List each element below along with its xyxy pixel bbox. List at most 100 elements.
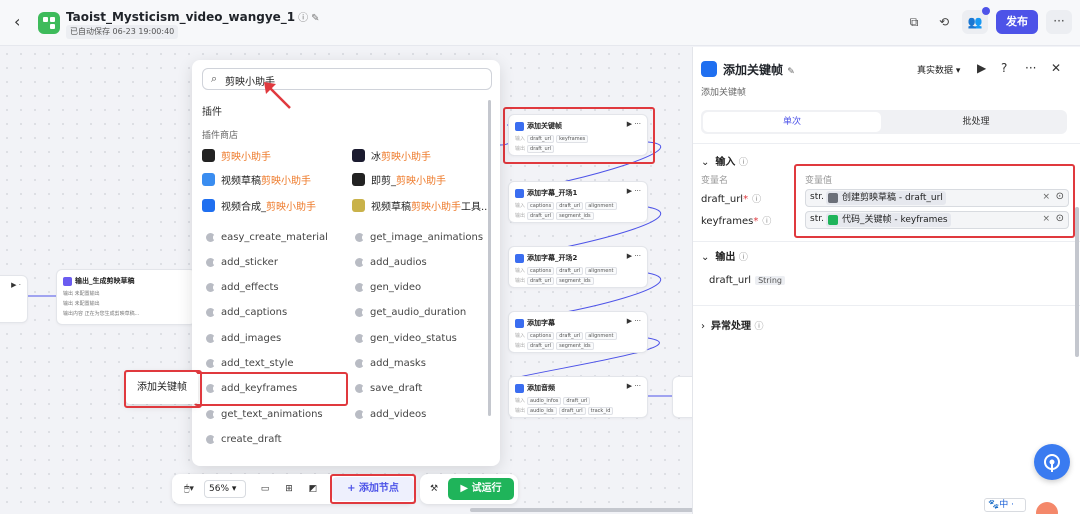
info-icon[interactable]: ⓘ [739, 158, 748, 168]
tool-item[interactable]: get_audio_duration [355, 304, 466, 322]
help-icon[interactable]: ? [1001, 61, 1007, 75]
more-icon[interactable]: ··· [1025, 61, 1036, 75]
assistant-fab-icon[interactable] [1034, 444, 1070, 480]
tool-item[interactable]: add_captions [206, 304, 287, 322]
workflow-title: Taoist_Mysticism_video_wangye_1 ⓘ ✎ [66, 9, 320, 24]
history-icon[interactable]: ⟲ [934, 12, 954, 32]
node-title: 添加字幕 [515, 317, 555, 329]
node-controls[interactable]: ▶ ··· [627, 317, 641, 325]
ime-indicator[interactable]: 🐾中 · [984, 498, 1026, 512]
input-section-header[interactable]: ⌄ 输入 ⓘ [701, 153, 748, 168]
top-bar: ‹ Taoist_Mysticism_video_wangye_1 ⓘ ✎ 已自动保… [0, 0, 1080, 46]
mouse-mode-icon[interactable]: 🖱▾ [178, 481, 200, 497]
node-controls[interactable]: ▶ ··· [627, 187, 641, 195]
output-node-icon [63, 276, 72, 286]
node-controls[interactable]: ▶ ··· [627, 382, 641, 390]
edit-icon[interactable]: ✎ [311, 13, 319, 24]
plugin-item[interactable]: 冰剪映小助手 [352, 146, 431, 164]
workflow-logo-icon [38, 12, 60, 34]
tool-item[interactable]: add_effects [206, 279, 279, 297]
tool-item[interactable]: add_images [206, 329, 281, 347]
section-title: 插件 [202, 107, 222, 118]
node-inputs: 输入 captions draft_url alignment [515, 332, 619, 341]
tool-item[interactable]: add_videos [355, 405, 426, 423]
zoom-select[interactable]: 56% ▾ [204, 480, 246, 498]
debug-tool-icon[interactable]: ⚒ [426, 481, 442, 497]
info-icon[interactable]: ⓘ [739, 253, 748, 263]
tab-single[interactable]: 单次 [703, 112, 881, 132]
plugin-item[interactable]: 视频合成_ 剪映小助手 [202, 196, 316, 214]
highlight-box [794, 164, 1075, 238]
node-add-captions[interactable]: 添加字幕 ▶ ··· 输入 captions draft_url alignment … [508, 311, 648, 353]
divider [693, 241, 1080, 242]
tool-icon [206, 232, 217, 242]
tool-item[interactable]: add_audios [355, 253, 427, 271]
tool-item[interactable]: add_masks [355, 355, 426, 373]
output-section-header[interactable]: ⌄ 输出 ⓘ [701, 248, 748, 263]
copy-icon[interactable]: ⧉ [904, 12, 924, 32]
tool-item[interactable]: add_sticker [206, 253, 278, 271]
node-controls[interactable]: ▶ ··· [627, 252, 641, 260]
capcut-plugin-icon [701, 61, 717, 77]
tool-icon [355, 359, 366, 368]
partial-node[interactable]: ▶ · [0, 275, 28, 323]
run-node-icon[interactable]: ▶ · [11, 281, 21, 289]
back-arrow-icon[interactable]: ‹ [14, 12, 30, 32]
comment-icon[interactable]: ▭ [256, 481, 274, 497]
node-add-audios[interactable]: 添加音频 ▶ ··· 输入 audio_infos draft_url 输出 audi… [508, 376, 648, 418]
node-inputs: 输入 audio_infos draft_url [515, 397, 592, 406]
more-icon[interactable]: ··· [1046, 10, 1072, 34]
tool-item[interactable]: get_image_animations [355, 228, 483, 246]
video-draft-tool-icon [352, 198, 365, 212]
minimap-icon[interactable]: ◩ [304, 481, 322, 497]
tab-batch[interactable]: 批处理 [887, 112, 1065, 132]
chevron-down-icon: ⌄ [701, 157, 710, 168]
tool-item[interactable]: gen_video [355, 279, 421, 297]
layout-icon[interactable]: ⊞ [280, 481, 298, 497]
node-add-captions-2[interactable]: 添加字幕_开场2 ▶ ··· 输入 captions draft_url alignm… [508, 246, 648, 288]
node-inputs: 输入 captions draft_url alignment [515, 267, 619, 276]
node-title: 添加字幕_开场1 [515, 187, 577, 199]
highlight-box [503, 107, 655, 164]
info-icon[interactable]: ⓘ [298, 9, 308, 24]
data-mode-select[interactable]: 真实数据 ▾ [917, 63, 960, 76]
tool-icon [206, 359, 217, 368]
divider [693, 305, 1080, 306]
edit-icon[interactable]: ✎ [787, 67, 795, 77]
output-type-badge: String [755, 276, 785, 285]
dropdown-scrollbar[interactable] [488, 100, 491, 416]
test-run-button[interactable]: ▶ 试运行 [448, 478, 514, 500]
plugin-item[interactable]: 剪映小助手 [202, 146, 271, 164]
error-section-header[interactable]: › 异常处理 ⓘ [701, 317, 764, 332]
tool-icon [206, 434, 217, 444]
node-outputs: 输出 draft_url segment_ids [515, 342, 596, 351]
close-icon[interactable]: ✕ [1051, 61, 1061, 75]
panel-scrollbar[interactable] [1075, 207, 1079, 357]
users-icon: 👥 [967, 15, 983, 29]
tool-item[interactable]: easy_create_material [206, 228, 328, 246]
tool-icon [206, 308, 217, 318]
node-inputs: 输入 captions draft_url alignment [515, 202, 619, 211]
panel-title: 添加关键帧 ✎ [723, 63, 795, 77]
partial-node-right[interactable] [672, 376, 692, 418]
plugin-item[interactable]: 视频草稿 剪映小助手 [202, 170, 311, 188]
tool-item[interactable]: create_draft [206, 430, 282, 448]
info-icon[interactable]: ⓘ [754, 322, 763, 332]
node-title: 添加字幕_开场2 [515, 252, 577, 264]
tool-item[interactable]: get_text_animations [206, 405, 323, 423]
plugin-item[interactable]: 即剪_ 剪映小助手 [352, 170, 446, 188]
plugin-item[interactable]: 视频草稿 剪映小助手 工具... [352, 196, 491, 214]
tool-item[interactable]: save_draft [355, 380, 422, 398]
annotation-arrow-icon [264, 82, 291, 109]
collaborators-button[interactable]: 👥 [962, 7, 990, 34]
node-title: 输出_生成剪映草稿 [63, 275, 135, 287]
node-add-captions-1[interactable]: 添加字幕_开场1 ▶ ··· 输入 captions draft_url alignm… [508, 181, 648, 223]
plugin-search-input[interactable]: ⌕ 剪映小助手 [202, 68, 492, 90]
jijian-icon [352, 172, 365, 186]
node-output[interactable]: 输出_生成剪映草稿 输出 未配置输出 输出 未配置输出 输出内容 正在为您生成剪… [56, 269, 196, 325]
play-icon[interactable]: ▶ [977, 61, 986, 75]
col-var-name: 变量名 [701, 176, 729, 186]
publish-button[interactable]: 发布 [996, 10, 1038, 34]
tool-item[interactable]: add_text_style [206, 355, 294, 373]
tool-item[interactable]: gen_video_status [355, 329, 457, 347]
